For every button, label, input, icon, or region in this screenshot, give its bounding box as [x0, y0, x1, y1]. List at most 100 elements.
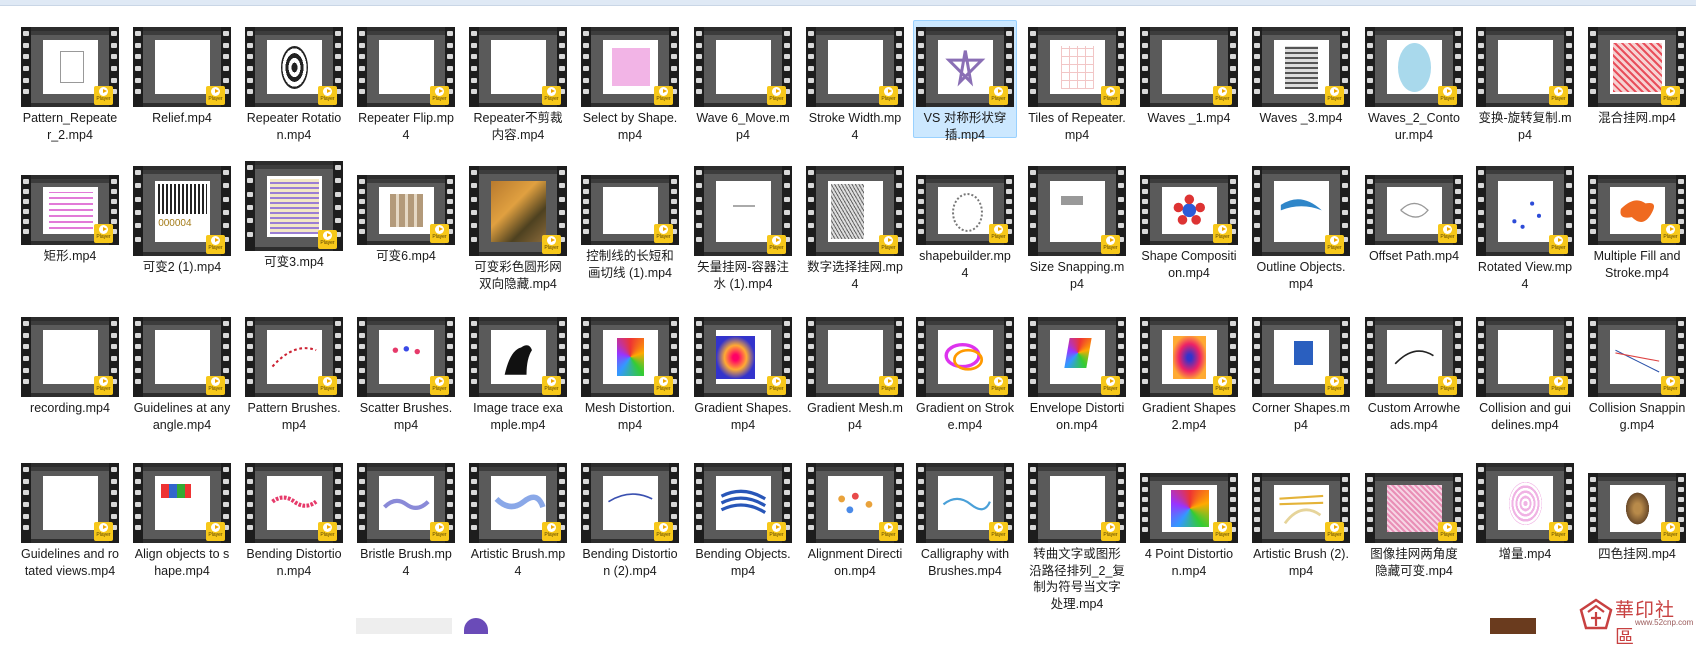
video-file-item[interactable]: Player 增量.mp4	[1473, 462, 1577, 582]
video-file-item[interactable]: Player 可变3.mp4	[242, 156, 346, 276]
video-file-item[interactable]: Player 矢量挂网-容器注水 (1).mp4	[691, 156, 795, 291]
video-file-item[interactable]: Player Size Snapping.mp4	[1025, 156, 1129, 291]
video-file-item[interactable]: Player 可变彩色圆形网双向隐藏.mp4	[466, 156, 570, 291]
video-file-item[interactable]: Player Shape Composition.mp4	[1137, 156, 1241, 280]
video-file-item[interactable]: Player Bristle Brush.mp4	[354, 462, 458, 582]
video-file-item[interactable]: Player 可变6.mp4	[354, 156, 458, 276]
video-thumbnail: Player	[357, 463, 455, 543]
video-file-item[interactable]: Player Repeater不剪裁内容.mp4	[466, 20, 570, 142]
video-file-item[interactable]: Player Gradient on Stroke.mp4	[913, 308, 1017, 432]
file-name-label: 可变3.mp4	[264, 255, 324, 269]
video-file-item[interactable]: Player Outline Objects.mp4	[1249, 156, 1353, 291]
player-badge-icon: Player	[1661, 522, 1680, 541]
video-file-item[interactable]: Player Bending Distortion.mp4	[242, 462, 346, 582]
video-file-item[interactable]: Player Corner Shapes.mp4	[1249, 308, 1353, 432]
video-file-item[interactable]: Player Pattern_Repeater_2.mp4	[18, 20, 122, 142]
video-thumbnail: Player	[1588, 317, 1686, 397]
player-badge-icon: Player	[654, 376, 673, 395]
video-file-item[interactable]: Player Rotated View.mp4	[1473, 156, 1577, 291]
video-file-item[interactable]: Player Gradient Shapes 2.mp4	[1137, 308, 1241, 432]
video-file-item[interactable]: Player Waves _3.mp4	[1249, 20, 1353, 140]
video-file-item[interactable]: Player shapebuilder.mp4	[913, 156, 1017, 280]
video-file-item[interactable]: Player 控制线的长短和画切线 (1).mp4	[578, 156, 682, 280]
player-badge-label: Player	[1215, 386, 1230, 392]
video-file-item[interactable]: Player recording.mp4	[18, 308, 122, 428]
film-strip	[357, 463, 367, 543]
file-name-label: Mesh Distortion.mp4	[584, 401, 676, 432]
video-file-item[interactable]: Player Stroke Width.mp4	[803, 20, 907, 142]
video-file-item[interactable]: Player Wave 6_Move.mp4	[691, 20, 795, 142]
file-name-label: 混合挂网.mp4	[1598, 111, 1676, 125]
video-thumbnail: Player	[694, 27, 792, 107]
video-file-item[interactable]: Player Waves _1.mp4	[1137, 20, 1241, 140]
video-file-item[interactable]: Player 图像挂网两角度隐藏可变.mp4	[1362, 462, 1466, 582]
video-file-item[interactable]: Player Tiles of Repeater.mp4	[1025, 20, 1129, 142]
video-file-item[interactable]: Player Mesh Distortion.mp4	[578, 308, 682, 432]
player-badge-label: Player	[1551, 386, 1566, 392]
video-file-item[interactable]: Player Envelope Distortion.mp4	[1025, 308, 1129, 432]
video-file-item[interactable]: Player Align objects to shape.mp4	[130, 462, 234, 582]
video-file-item[interactable]: Player Waves_2_Contour.mp4	[1362, 20, 1466, 142]
player-badge-icon: Player	[879, 86, 898, 105]
video-file-item[interactable]: Player VS 对称形状穿插.mp4	[913, 20, 1017, 142]
video-file-item[interactable]: Player Calligraphy with Brushes.mp4	[913, 462, 1017, 582]
video-thumbnail: Player	[581, 317, 679, 397]
video-file-item[interactable]: Player 变换-旋转复制.mp4	[1473, 20, 1577, 142]
video-file-item[interactable]: Player Pattern Brushes.mp4	[242, 308, 346, 432]
video-file-item[interactable]: Player Collision Snapping.mp4	[1585, 308, 1689, 432]
player-badge-icon: Player	[206, 376, 225, 395]
film-strip	[694, 27, 704, 107]
file-name-label: Stroke Width.mp4	[808, 111, 902, 142]
video-file-item[interactable]: 000004 Player 可变2 (1).mp4	[130, 156, 234, 276]
video-file-item[interactable]: Player Custom Arrowheads.mp4	[1362, 308, 1466, 432]
player-badge-icon: Player	[542, 376, 561, 395]
video-file-item[interactable]: Player Offset Path.mp4	[1362, 156, 1466, 276]
file-grid: Player Pattern_Repeater_2.mp4 Player Relief…	[0, 8, 1696, 634]
video-file-item[interactable]: Player 混合挂网.mp4	[1585, 20, 1689, 140]
video-file-item[interactable]: Player Repeater Flip.mp4	[354, 20, 458, 142]
player-badge-icon: Player	[1101, 235, 1120, 254]
player-badge-icon: Player	[1213, 224, 1232, 243]
file-name-label: 增量.mp4	[1498, 547, 1552, 561]
player-badge-icon: Player	[542, 522, 561, 541]
video-file-item[interactable]: Player Image trace example.mp4	[466, 308, 570, 432]
video-file-item[interactable]: Player Guidelines at any angle.mp4	[130, 308, 234, 432]
video-file-item[interactable]: Player 4 Point Distortion.mp4	[1137, 462, 1241, 582]
video-file-item[interactable]: Player 转曲文字或图形沿路径排列_2_复制为符号当文字处理.mp4	[1025, 462, 1129, 611]
video-file-item[interactable]: Player Repeater Rotation.mp4	[242, 20, 346, 142]
video-file-item[interactable]: Player Gradient Shapes.mp4	[691, 308, 795, 432]
player-badge-label: Player	[1551, 245, 1566, 251]
video-file-item[interactable]: Player Artistic Brush (2).mp4	[1249, 462, 1353, 582]
video-thumbnail: Player	[1476, 463, 1574, 543]
video-thumbnail: Player	[916, 463, 1014, 543]
video-file-item[interactable]: Player Alignment Direction.mp4	[803, 462, 907, 582]
video-file-item[interactable]: Player Scatter Brushes.mp4	[354, 308, 458, 432]
video-file-item[interactable]: Player Bending Objects.mp4	[691, 462, 795, 582]
video-file-item[interactable]: Player 四色挂网.mp4	[1585, 462, 1689, 582]
video-file-item[interactable]: Player 数字选择挂网.mp4	[803, 156, 907, 291]
video-file-item[interactable]: Player Collision and guidelines.mp4	[1473, 308, 1577, 432]
film-strip	[1365, 473, 1375, 543]
player-badge-label: Player	[1551, 96, 1566, 102]
file-name-label: Collision and guidelines.mp4	[1479, 401, 1571, 432]
player-badge-icon: Player	[430, 224, 449, 243]
video-thumbnail: Player	[469, 166, 567, 256]
video-thumbnail: Player	[1028, 27, 1126, 107]
file-name-label: 四色挂网.mp4	[1598, 547, 1676, 561]
player-badge-icon: Player	[318, 522, 337, 541]
video-file-item[interactable]: Player Relief.mp4	[130, 20, 234, 140]
video-file-item[interactable]: Player Guidelines and rotated views.mp4	[18, 462, 122, 582]
video-file-item[interactable]: Player Multiple Fill and Stroke.mp4	[1585, 156, 1689, 280]
video-file-item[interactable]: Player 矩形.mp4	[18, 156, 122, 276]
file-name-label: Align objects to shape.mp4	[134, 547, 230, 578]
film-strip	[806, 166, 816, 256]
file-name-label: Pattern Brushes.mp4	[247, 401, 341, 432]
video-file-item[interactable]: Player Bending Distortion (2).mp4	[578, 462, 682, 582]
video-thumbnail: Player	[245, 161, 343, 251]
video-thumbnail: Player	[133, 27, 231, 107]
video-file-item[interactable]: Player Gradient Mesh.mp4	[803, 308, 907, 432]
video-file-item[interactable]: Player Artistic Brush.mp4	[466, 462, 570, 582]
film-strip	[916, 463, 926, 543]
video-file-item[interactable]: Player Select by Shape.mp4	[578, 20, 682, 142]
film-strip	[1365, 317, 1375, 397]
